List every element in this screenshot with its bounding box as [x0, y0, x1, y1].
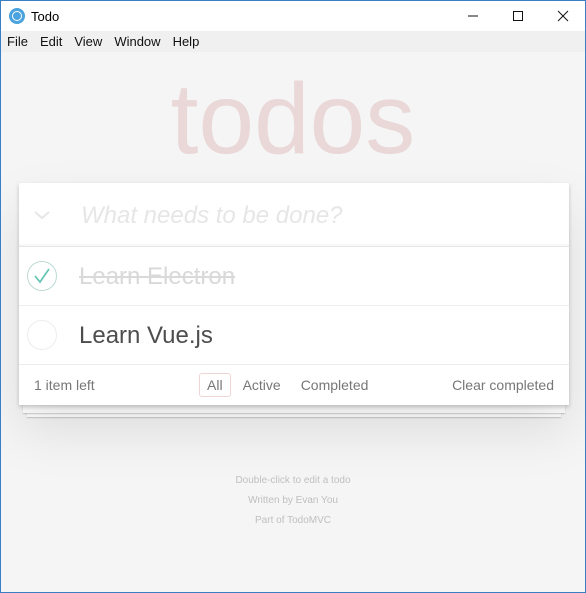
- toggle-all-button[interactable]: [31, 201, 53, 229]
- minimize-icon: [467, 15, 478, 17]
- info-footer: Double-click to edit a todo Written by E…: [1, 471, 585, 531]
- todo-item[interactable]: Learn Vue.js: [19, 306, 569, 365]
- app-heading: todos: [170, 63, 416, 175]
- minimize-button[interactable]: [450, 1, 495, 31]
- menu-bar: File Edit View Window Help: [1, 31, 585, 52]
- todo-footer: 1 item left All Active Completed Clear c…: [19, 365, 569, 405]
- filter-completed[interactable]: Completed: [293, 373, 377, 397]
- info-edit-hint: Double-click to edit a todo: [235, 475, 351, 486]
- items-left-count: 1 item left: [34, 377, 95, 393]
- todo-panel: Learn Electron Learn Vue.js 1 item left …: [19, 183, 569, 405]
- filter-all[interactable]: All: [199, 373, 231, 397]
- window-title: Todo: [31, 8, 60, 24]
- filter-active[interactable]: Active: [235, 373, 289, 397]
- checkmark-icon: [34, 268, 50, 284]
- maximize-button[interactable]: [495, 1, 540, 31]
- menu-window[interactable]: Window: [108, 34, 166, 49]
- menu-edit[interactable]: Edit: [34, 34, 68, 49]
- new-todo-row: [19, 183, 569, 247]
- maximize-icon: [512, 11, 523, 21]
- todo-label[interactable]: Learn Electron: [79, 262, 235, 292]
- todo-checkbox[interactable]: [27, 320, 57, 350]
- todo-label[interactable]: Learn Vue.js: [79, 321, 213, 351]
- window-controls: [450, 1, 585, 31]
- menu-file[interactable]: File: [1, 34, 34, 49]
- close-button[interactable]: [540, 1, 585, 31]
- menu-view[interactable]: View: [68, 34, 108, 49]
- todo-checkbox[interactable]: [27, 261, 57, 291]
- app-logo-icon: [9, 8, 25, 24]
- todo-item[interactable]: Learn Electron: [19, 247, 569, 306]
- new-todo-input[interactable]: [79, 193, 553, 239]
- clear-completed-button[interactable]: Clear completed: [452, 377, 554, 393]
- info-todomvc-link: Part of TodoMVC: [255, 515, 331, 526]
- filter-bar: All Active Completed: [199, 373, 380, 397]
- chevron-down-icon: [34, 211, 50, 220]
- menu-help[interactable]: Help: [167, 34, 206, 49]
- close-icon: [557, 10, 568, 22]
- info-author: Written by Evan You: [248, 495, 338, 506]
- title-bar[interactable]: Todo: [1, 1, 585, 31]
- app-window: Todo File Edit View Window Help todos Wh…: [0, 0, 586, 593]
